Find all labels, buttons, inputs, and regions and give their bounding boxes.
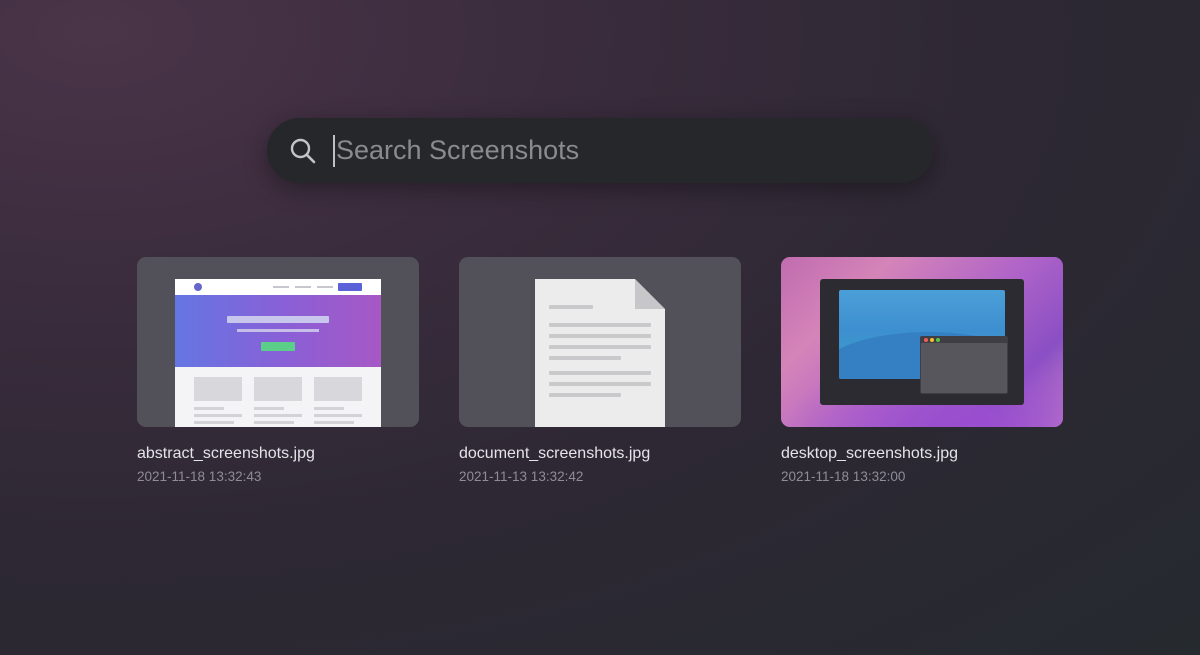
search-icon [290, 138, 316, 163]
page-fold [635, 279, 665, 309]
result-card-document[interactable]: document_screenshots.jpg 2021-11-13 13:3… [459, 257, 741, 484]
app-window-preview [920, 336, 1008, 394]
file-name: document_screenshots.jpg [459, 445, 651, 462]
file-timestamp: 2021-11-18 13:32:00 [781, 469, 906, 484]
file-name: desktop_screenshots.jpg [781, 445, 958, 462]
text-cursor [333, 134, 335, 167]
file-timestamp: 2021-11-18 13:32:43 [137, 469, 262, 484]
search-input[interactable] [336, 130, 856, 171]
thumbnail-website-mockup[interactable] [137, 257, 419, 427]
search-bar[interactable] [267, 118, 933, 183]
result-card-abstract[interactable]: abstract_screenshots.jpg 2021-11-18 13:3… [137, 257, 419, 484]
thumbnail-document-page[interactable] [459, 257, 741, 427]
result-card-desktop[interactable]: desktop_screenshots.jpg 2021-11-18 13:32… [781, 257, 1063, 484]
thumbnail-desktop-wallpaper[interactable] [781, 257, 1063, 427]
file-timestamp: 2021-11-13 13:32:42 [459, 469, 584, 484]
monitor-preview-image [820, 279, 1024, 405]
website-preview-image [175, 279, 381, 427]
file-name: abstract_screenshots.jpg [137, 445, 315, 462]
